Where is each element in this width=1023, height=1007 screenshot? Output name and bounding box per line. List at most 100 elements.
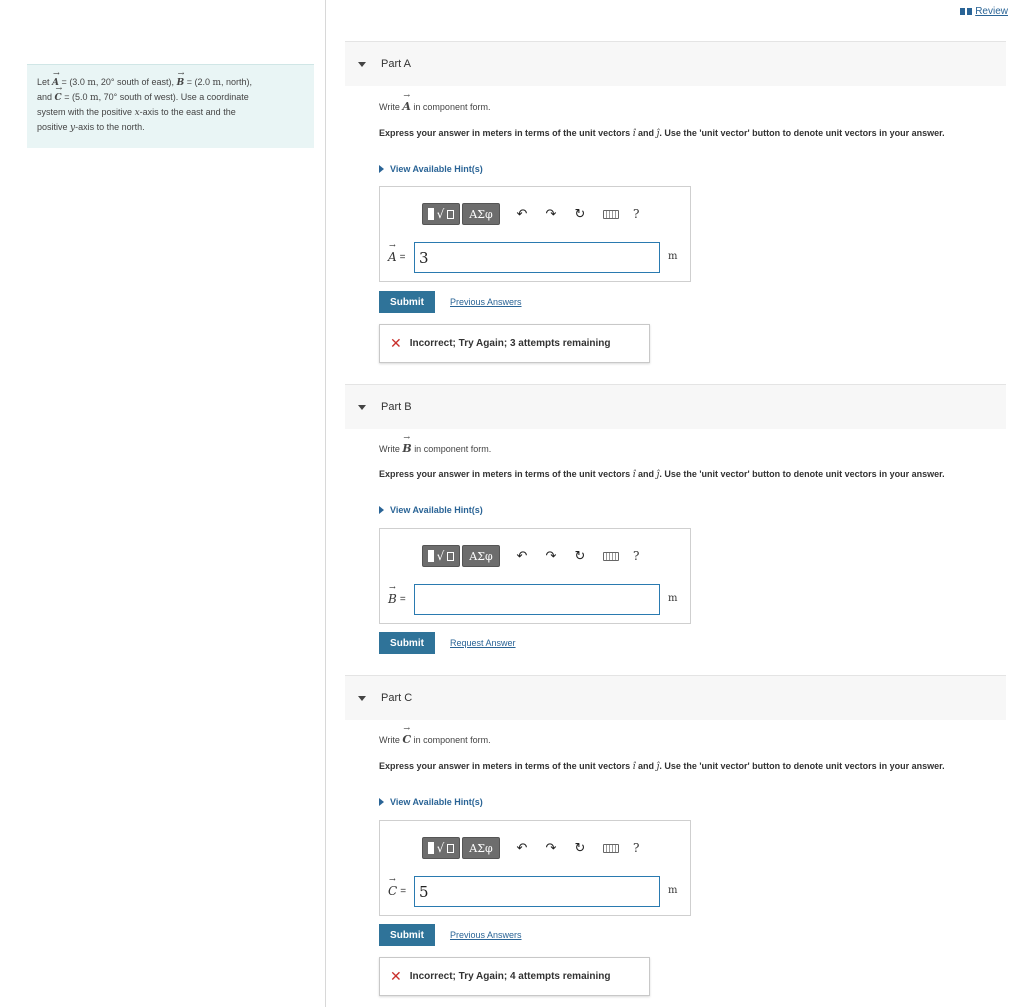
reset-icon[interactable]: ↻ xyxy=(571,838,589,858)
text-express: Express your answer in meters in terms o… xyxy=(379,469,631,479)
caret-right-icon xyxy=(379,506,384,514)
part-c-answer-box: √ ΑΣφ ↶ ↷ ↻ ? C = 5 m xyxy=(379,820,691,916)
radical-icon: √ xyxy=(436,549,445,563)
text-system: system with the positive xyxy=(37,107,133,117)
square-icon xyxy=(447,551,455,561)
caret-right-icon xyxy=(379,165,384,173)
vector-b-symbol: B xyxy=(177,67,185,90)
x-mark-icon: ✕ xyxy=(390,335,402,351)
answer-label: A = xyxy=(388,241,406,264)
keyboard-icon[interactable] xyxy=(603,551,619,561)
review-label: Review xyxy=(975,6,1008,17)
vector-a-direction: , 20° south of east), xyxy=(95,77,175,87)
help-icon[interactable]: ? xyxy=(633,549,639,563)
part-a-answer-input[interactable]: 3 xyxy=(414,242,660,273)
vector-a-magnitude: (3.0 xyxy=(69,77,85,87)
part-b-request-answer-link[interactable]: Request Answer xyxy=(450,638,516,648)
templates-button[interactable]: √ xyxy=(422,545,460,567)
text-and: and xyxy=(638,469,655,479)
part-c-feedback: ✕ Incorrect; Try Again; 4 attempts remai… xyxy=(379,957,650,996)
vector-symbol: B xyxy=(388,583,397,606)
part-c-title: Part C xyxy=(381,692,413,704)
redo-icon[interactable]: ↷ xyxy=(542,838,560,858)
hint-label: View Available Hint(s) xyxy=(390,797,483,807)
templates-button[interactable]: √ xyxy=(422,203,460,225)
greek-symbols-button[interactable]: ΑΣφ xyxy=(462,203,500,225)
text-express: Express your answer in meters in terms o… xyxy=(379,761,631,771)
block-icon xyxy=(427,550,434,562)
help-icon[interactable]: ? xyxy=(633,207,639,221)
part-b-submit-button[interactable]: Submit xyxy=(379,632,435,654)
reset-icon[interactable]: ↻ xyxy=(571,546,589,566)
text-in-component: in component form. xyxy=(414,444,492,454)
part-c-hint-toggle[interactable]: View Available Hint(s) xyxy=(379,797,483,807)
equals-sign: = xyxy=(400,885,407,897)
i-hat-symbol: î xyxy=(632,129,636,139)
reset-icon[interactable]: ↻ xyxy=(571,204,589,224)
triangle-down-icon[interactable] xyxy=(358,404,366,410)
part-b-instructions: Express your answer in meters in terms o… xyxy=(379,468,1004,481)
book-icon xyxy=(960,8,973,15)
part-c-header[interactable]: Part C xyxy=(345,675,1006,720)
part-a-title: Part A xyxy=(381,58,411,70)
vector-symbol: B xyxy=(402,433,411,455)
part-b-question: Write B in component form. xyxy=(379,433,492,455)
redo-icon[interactable]: ↷ xyxy=(542,546,560,566)
undo-icon[interactable]: ↶ xyxy=(513,546,531,566)
part-c-submit-button[interactable]: Submit xyxy=(379,924,435,946)
part-b-header[interactable]: Part B xyxy=(345,384,1006,429)
text-express-post: . Use the 'unit vector' button to denote… xyxy=(659,469,945,479)
review-link[interactable]: Review xyxy=(960,6,1008,17)
part-a-header[interactable]: Part A xyxy=(345,41,1006,86)
text-and: and xyxy=(638,128,655,138)
greek-symbols-button[interactable]: ΑΣφ xyxy=(462,837,500,859)
answer-label: C = xyxy=(388,875,407,898)
vector-b-direction: , north), xyxy=(221,77,253,87)
part-b-hint-toggle[interactable]: View Available Hint(s) xyxy=(379,505,483,515)
part-a-previous-answers-link[interactable]: Previous Answers xyxy=(450,297,522,307)
vector-symbol: C xyxy=(388,875,397,898)
feedback-text: Incorrect; Try Again; 4 attempts remaini… xyxy=(409,971,611,982)
part-a-answer-box: √ ΑΣφ ↶ ↷ ↻ ? A = 3 m xyxy=(379,186,691,282)
part-b-answer-input[interactable] xyxy=(414,584,660,615)
text-express-post: . Use the 'unit vector' button to denote… xyxy=(659,128,945,138)
i-hat-symbol: î xyxy=(632,470,636,480)
help-icon[interactable]: ? xyxy=(633,841,639,855)
text-x-axis: -axis to the east and the xyxy=(139,107,236,117)
unit-m: m xyxy=(87,78,96,88)
math-toolbar: √ ΑΣφ ↶ ↷ ↻ ? xyxy=(422,544,639,568)
text-y-axis: -axis to the north. xyxy=(75,122,145,132)
greek-symbols-button[interactable]: ΑΣφ xyxy=(462,545,500,567)
vector-c-symbol: C xyxy=(55,82,63,105)
templates-button[interactable]: √ xyxy=(422,837,460,859)
keyboard-icon[interactable] xyxy=(603,209,619,219)
block-icon xyxy=(427,842,434,854)
keyboard-icon[interactable] xyxy=(603,843,619,853)
text-let: Let xyxy=(37,77,50,87)
text-eq: = xyxy=(186,77,192,87)
redo-icon[interactable]: ↷ xyxy=(542,204,560,224)
text-in-component: in component form. xyxy=(413,735,491,745)
i-hat-symbol: î xyxy=(632,762,636,772)
text-write: Write xyxy=(379,102,400,112)
vector-symbol: A xyxy=(388,241,397,264)
column-divider xyxy=(325,0,326,1007)
caret-right-icon xyxy=(379,798,384,806)
vector-c-direction: , 70° south of west). Use a coordinate xyxy=(98,92,249,102)
part-b-answer-box: √ ΑΣφ ↶ ↷ ↻ ? B = m xyxy=(379,528,691,624)
part-c-previous-answers-link[interactable]: Previous Answers xyxy=(450,930,522,940)
triangle-down-icon[interactable] xyxy=(358,695,366,701)
radical-icon: √ xyxy=(436,841,445,855)
vector-symbol: A xyxy=(402,91,411,113)
text-express: Express your answer in meters in terms o… xyxy=(379,128,631,138)
text-write: Write xyxy=(379,444,400,454)
undo-icon[interactable]: ↶ xyxy=(513,204,531,224)
part-a-hint-toggle[interactable]: View Available Hint(s) xyxy=(379,164,483,174)
part-c-answer-input[interactable]: 5 xyxy=(414,876,660,907)
unit-label: m xyxy=(668,593,678,604)
part-a-feedback: ✕ Incorrect; Try Again; 3 attempts remai… xyxy=(379,324,650,363)
part-a-submit-button[interactable]: Submit xyxy=(379,291,435,313)
undo-icon[interactable]: ↶ xyxy=(513,838,531,858)
part-c-question: Write C in component form. xyxy=(379,724,491,746)
triangle-down-icon[interactable] xyxy=(358,61,366,67)
